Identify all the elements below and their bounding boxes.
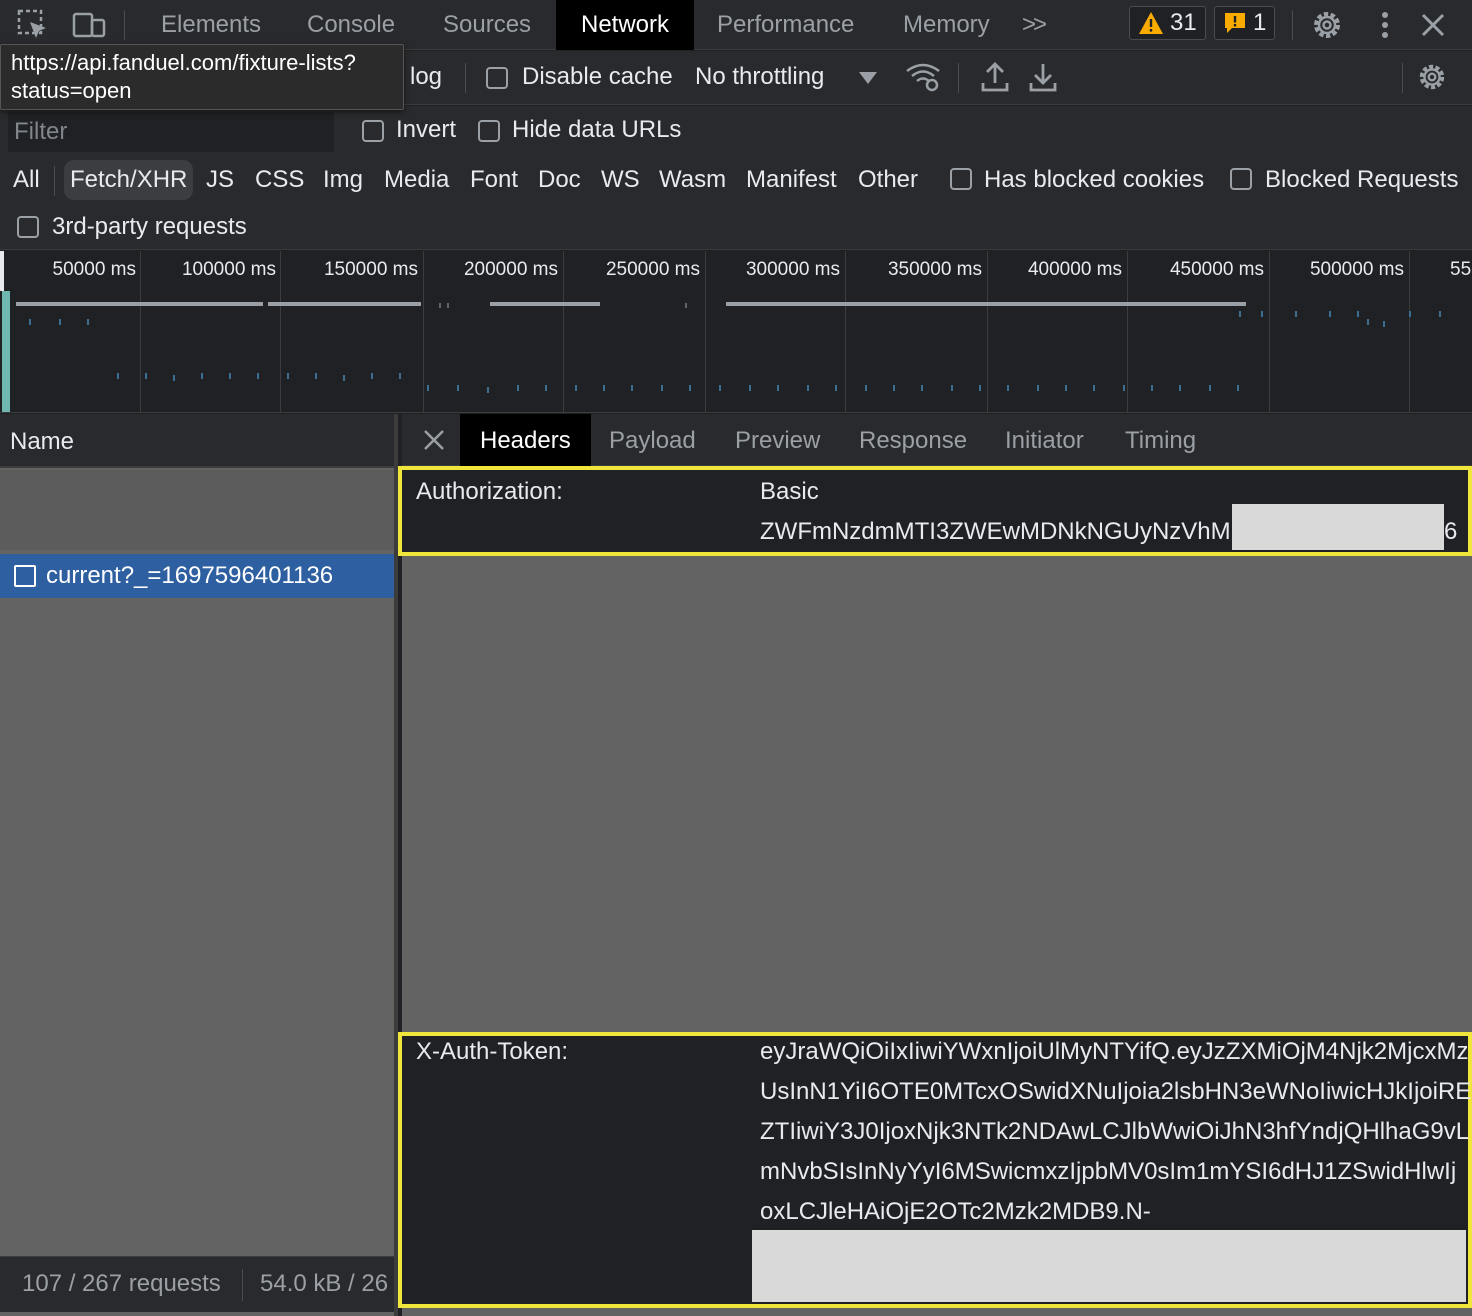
disable-cache-label: Disable cache [522,63,673,90]
header-value-line: mNvbSIsInNyYyI6MSwicmxzIjpbMV0sIm1mYSI6d… [760,1158,1457,1185]
request-list: Name current?_=1697596401136 107 / 267 r… [0,414,398,1316]
tooltip-line-1: https://api.fanduel.com/fixture-lists? [11,50,356,75]
filter-input[interactable]: Filter [8,112,334,152]
network-settings-gear-icon[interactable] [1416,61,1448,93]
preserve-log-label[interactable]: log [410,63,442,91]
tab-console[interactable]: Console [307,0,395,50]
request-count: 107 / 267 requests [22,1270,221,1297]
close-details-icon[interactable] [422,428,446,452]
type-filter-js[interactable]: JS [206,160,234,200]
type-filter-img[interactable]: Img [323,160,363,200]
close-devtools-icon[interactable] [1416,8,1450,42]
tooltip-line-2: status=open [11,78,132,103]
issues-badge[interactable]: 1 [1214,6,1276,40]
type-filter-manifest[interactable]: Manifest [746,160,837,200]
tab-preview[interactable]: Preview [735,414,820,466]
type-filter-css[interactable]: CSS [255,160,304,200]
blocked-requests-label: Blocked Requests [1265,166,1459,193]
toolbar-divider [54,166,55,196]
tab-network[interactable]: Network [556,0,694,50]
request-name: current?_=1697596401136 [46,562,334,589]
header-value-line: UsInN1YiI6OTE0MTcxOSwidXNuIjoia2lsbHN3eW… [760,1078,1472,1105]
toolbar-divider [465,63,466,93]
type-filter-fetch-xhr[interactable]: Fetch/XHR [64,160,194,200]
type-filter-ws[interactable]: WS [601,160,640,200]
tab-timing[interactable]: Timing [1125,414,1196,466]
header-value-line: ZWFmNzdmMTI3ZWEwMDNkNGUyNzVhM [760,518,1230,545]
header-value-line: eyJraWQiOiIxIiwiYWxnIjoiUlMyNTYifQ.eyJzZ… [760,1038,1469,1065]
import-har-icon[interactable] [980,61,1010,93]
has-blocked-cookies-label: Has blocked cookies [984,166,1205,193]
more-options-icon[interactable] [1368,8,1402,42]
throttling-select[interactable]: No throttling [695,63,824,91]
more-tabs-icon[interactable]: >> [1022,0,1047,50]
details-tabbar: Headers Payload Preview Response Initiat… [402,414,1472,466]
header-name: Authorization: [416,478,563,505]
selected-request-row[interactable]: current?_=1697596401136 [0,554,394,598]
type-filter-wasm[interactable]: Wasm [659,160,726,200]
settings-gear-icon[interactable] [1310,8,1344,42]
hide-data-urls-label: Hide data URLs [512,116,682,143]
tab-sources[interactable]: Sources [443,0,531,50]
toolbar-divider [1292,10,1293,40]
tab-initiator[interactable]: Initiator [1005,414,1084,466]
dropdown-arrow-icon[interactable] [858,71,878,85]
invert-checkbox[interactable] [362,120,384,142]
issues-count: 1 [1253,9,1267,36]
warning-icon [1139,12,1163,34]
toolbar-divider [124,10,125,40]
tab-response[interactable]: Response [859,414,967,466]
redaction-box [752,1230,1466,1302]
header-value-line: ZTIiwiY3J0IjoxNjk3NTk2NDAwLCJlbWwiOiJhN3… [760,1118,1470,1145]
authorization-header-row: Authorization: Basic ZWFmNzdmMTI3ZWEwMDN… [398,466,1472,556]
export-har-icon[interactable] [1028,61,1058,93]
toolbar-divider [1402,63,1403,93]
type-filter-other[interactable]: Other [858,160,918,200]
transferred-size: 54.0 kB / 26 [260,1270,389,1297]
invert-label: Invert [396,116,457,143]
disable-cache-checkbox[interactable] [486,67,508,89]
network-conditions-icon[interactable] [904,61,942,93]
type-filter-doc[interactable]: Doc [538,160,581,200]
request-details-pane: Headers Payload Preview Response Initiat… [398,414,1472,1316]
issue-icon [1225,13,1245,33]
name-column-header[interactable]: Name [0,414,394,468]
request-type-icon [14,565,36,587]
overview-activity-ticks [29,303,1441,393]
redaction-box [1232,504,1444,550]
status-divider [242,1269,243,1301]
tab-performance[interactable]: Performance [717,0,854,50]
x-auth-token-header-row: X-Auth-Token: eyJraWQiOiIxIiwiYWxnIjoiUl… [398,1032,1472,1308]
inspect-element-icon[interactable] [16,8,50,42]
filter-bar: Filter Invert Hide data URLs All Fetch/X… [0,106,1472,250]
third-party-checkbox[interactable] [17,216,39,238]
device-toolbar-icon[interactable] [72,8,106,42]
warnings-count: 31 [1170,9,1197,36]
header-name: X-Auth-Token: [416,1038,569,1065]
devtools-main-tabbar: Elements Console Sources Network Perform… [0,0,1472,50]
warnings-badge[interactable]: 31 [1129,6,1206,40]
blocked-requests-checkbox[interactable] [1230,168,1252,190]
url-tooltip: https://api.fanduel.com/fixture-lists? s… [0,44,404,110]
type-filter-all[interactable]: All [13,160,40,200]
type-filter-media[interactable]: Media [384,160,449,200]
network-status-bar: 107 / 267 requests 54.0 kB / 26 [0,1256,394,1312]
tab-elements[interactable]: Elements [161,0,261,50]
third-party-label: 3rd-party requests [52,213,247,240]
tab-payload[interactable]: Payload [609,414,696,466]
network-overview[interactable]: 50000 ms 100000 ms 150000 ms 200000 ms 2… [0,251,1472,413]
has-blocked-cookies-checkbox[interactable] [950,168,972,190]
tab-headers[interactable]: Headers [460,414,591,466]
header-value-tail: 6 [1444,518,1458,545]
header-value-line: oxLCJleHAiOjE2OTc2Mzk2MDB9.N- [760,1198,1151,1225]
hide-data-urls-checkbox[interactable] [478,120,500,142]
type-filter-font[interactable]: Font [470,160,518,200]
list-item[interactable] [0,470,394,550]
toolbar-divider [958,63,959,93]
tab-memory[interactable]: Memory [903,0,990,50]
